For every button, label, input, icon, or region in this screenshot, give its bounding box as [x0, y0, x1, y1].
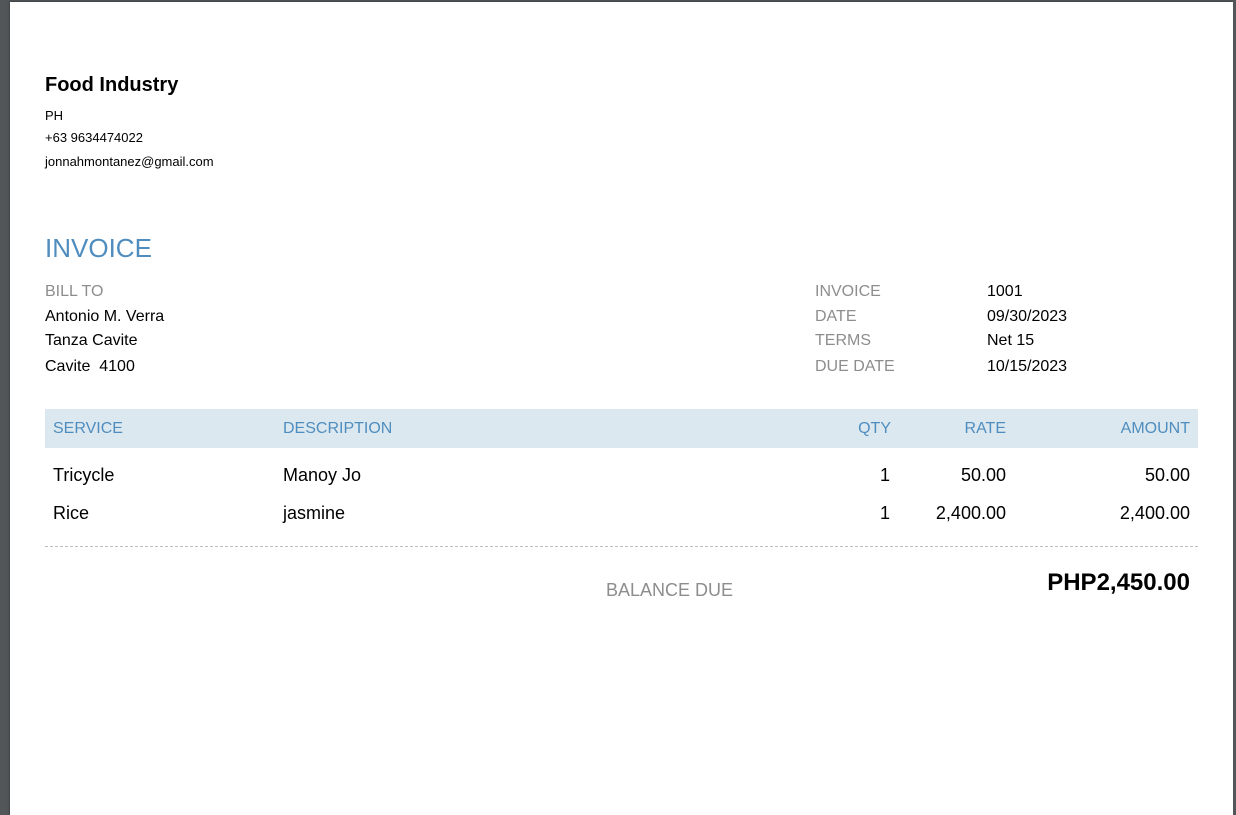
meta-label-date: DATE — [815, 308, 857, 325]
row-rate: 2,400.00 — [935, 503, 1006, 523]
company-country: PH — [45, 108, 64, 123]
meta-label-due-date: DUE DATE — [815, 358, 895, 375]
invoice-title: INVOICE — [45, 233, 152, 263]
header-rate: RATE — [964, 420, 1006, 437]
row-service: Rice — [53, 503, 90, 523]
bill-to-address-line1: Tanza Cavite — [45, 332, 138, 349]
meta-label-terms: TERMS — [815, 332, 871, 349]
row-description: Manoy Jo — [283, 465, 362, 485]
row-amount: 2,400.00 — [1119, 503, 1190, 523]
company-email: jonnahmontanez@gmail.com — [45, 154, 214, 169]
invoice-page: Food Industry PH +63 9634474022 jonnahmo… — [10, 2, 1233, 815]
meta-value-terms: Net 15 — [987, 332, 1035, 349]
company-name: Food Industry — [45, 74, 179, 96]
company-phone: +63 9634474022 — [45, 130, 143, 145]
header-description: DESCRIPTION — [283, 420, 393, 437]
balance-due-label: BALANCE DUE — [606, 580, 734, 600]
meta-value-due-date: 10/15/2023 — [987, 358, 1068, 375]
meta-label-invoice: INVOICE — [815, 283, 881, 300]
items-table-header: SERVICE DESCRIPTION QTY RATE AMOUNT — [45, 409, 1198, 448]
row-description: jasmine — [283, 503, 346, 523]
row-rate: 50.00 — [960, 465, 1006, 485]
row-qty: 1 — [879, 503, 890, 523]
header-amount: AMOUNT — [1120, 420, 1190, 437]
balance-due-value: PHP2,450.00 — [1047, 569, 1190, 596]
meta-value-date: 09/30/2023 — [987, 308, 1068, 325]
header-service: SERVICE — [53, 420, 123, 437]
bill-to-name: Antonio M. Verra — [45, 308, 165, 325]
header-qty: QTY — [858, 420, 891, 437]
bill-to-address-line2: Cavite 4100 — [45, 358, 135, 375]
row-service: Tricycle — [53, 465, 115, 485]
row-amount: 50.00 — [1144, 465, 1190, 485]
bill-to-label: BILL TO — [45, 283, 104, 300]
meta-value-invoice: 1001 — [987, 283, 1023, 300]
totals-divider — [45, 546, 1198, 547]
row-qty: 1 — [879, 465, 890, 485]
